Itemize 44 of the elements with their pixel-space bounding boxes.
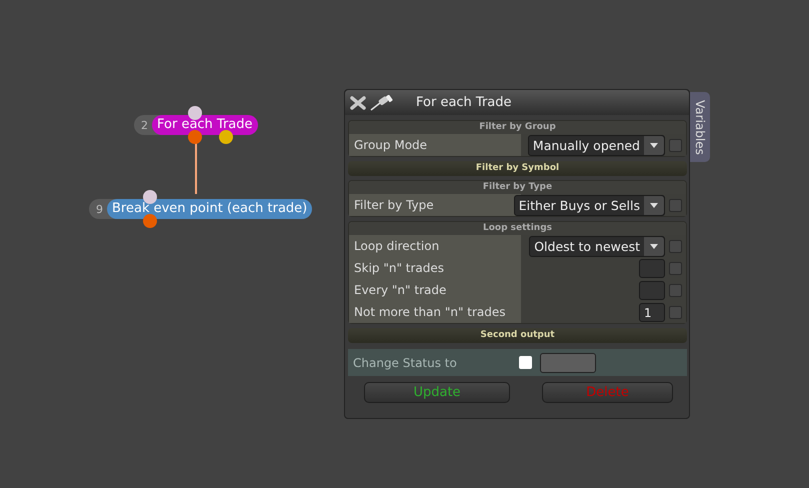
caret-icon [650,202,658,208]
node-number: 9 [95,202,104,216]
input-field[interactable]: 1 [639,302,665,322]
node-label[interactable]: For each Trade [152,115,258,135]
field-label: Change Status to [352,354,458,370]
pin-icon[interactable] [369,94,393,110]
input-port-icon[interactable] [188,106,202,120]
input-field[interactable] [639,258,665,278]
field-label: Loop direction [353,238,440,254]
dropdown[interactable]: Manually opened [528,134,665,156]
input-field[interactable] [540,352,596,372]
input-field[interactable] [639,280,665,300]
checkbox[interactable] [669,284,682,296]
field-label: Skip "n" trades [353,260,446,276]
output-port-icon[interactable] [143,214,157,228]
field-label: Filter by Type [353,197,435,213]
window-title: For each Trade [416,95,512,110]
variables-tab[interactable]: Variables [690,92,710,162]
section-header[interactable]: Filter by Group [349,121,686,134]
checkbox[interactable] [669,198,682,212]
checkbox[interactable] [669,306,682,318]
checkbox[interactable] [669,240,682,252]
node-label[interactable]: Break even point (each trade) [107,199,312,219]
connector-line [195,141,197,194]
node-number: 2 [140,118,149,132]
section-header[interactable]: Loop settings [349,222,686,235]
section-header[interactable]: Filter by Symbol [348,161,687,176]
close-icon[interactable] [350,96,366,110]
input-port-icon[interactable] [143,190,157,204]
action-button[interactable]: Update [364,382,510,403]
output-port-icon[interactable] [219,130,233,144]
checkbox[interactable] [669,138,682,152]
output-port-icon[interactable] [188,130,202,144]
caret-icon [650,244,658,248]
field-label: Every "n" trade [353,282,448,298]
section-header[interactable]: Filter by Type [349,181,686,194]
checkbox[interactable] [669,262,682,274]
field-label: Group Mode [353,137,428,153]
section-header[interactable]: Second output [348,328,687,343]
caret-icon [650,142,658,148]
dropdown[interactable]: Oldest to newest [529,236,665,256]
dropdown[interactable]: Either Buys or Sells [514,194,665,216]
checkbox[interactable] [519,356,532,369]
field-label: Not more than "n" trades [353,304,507,320]
